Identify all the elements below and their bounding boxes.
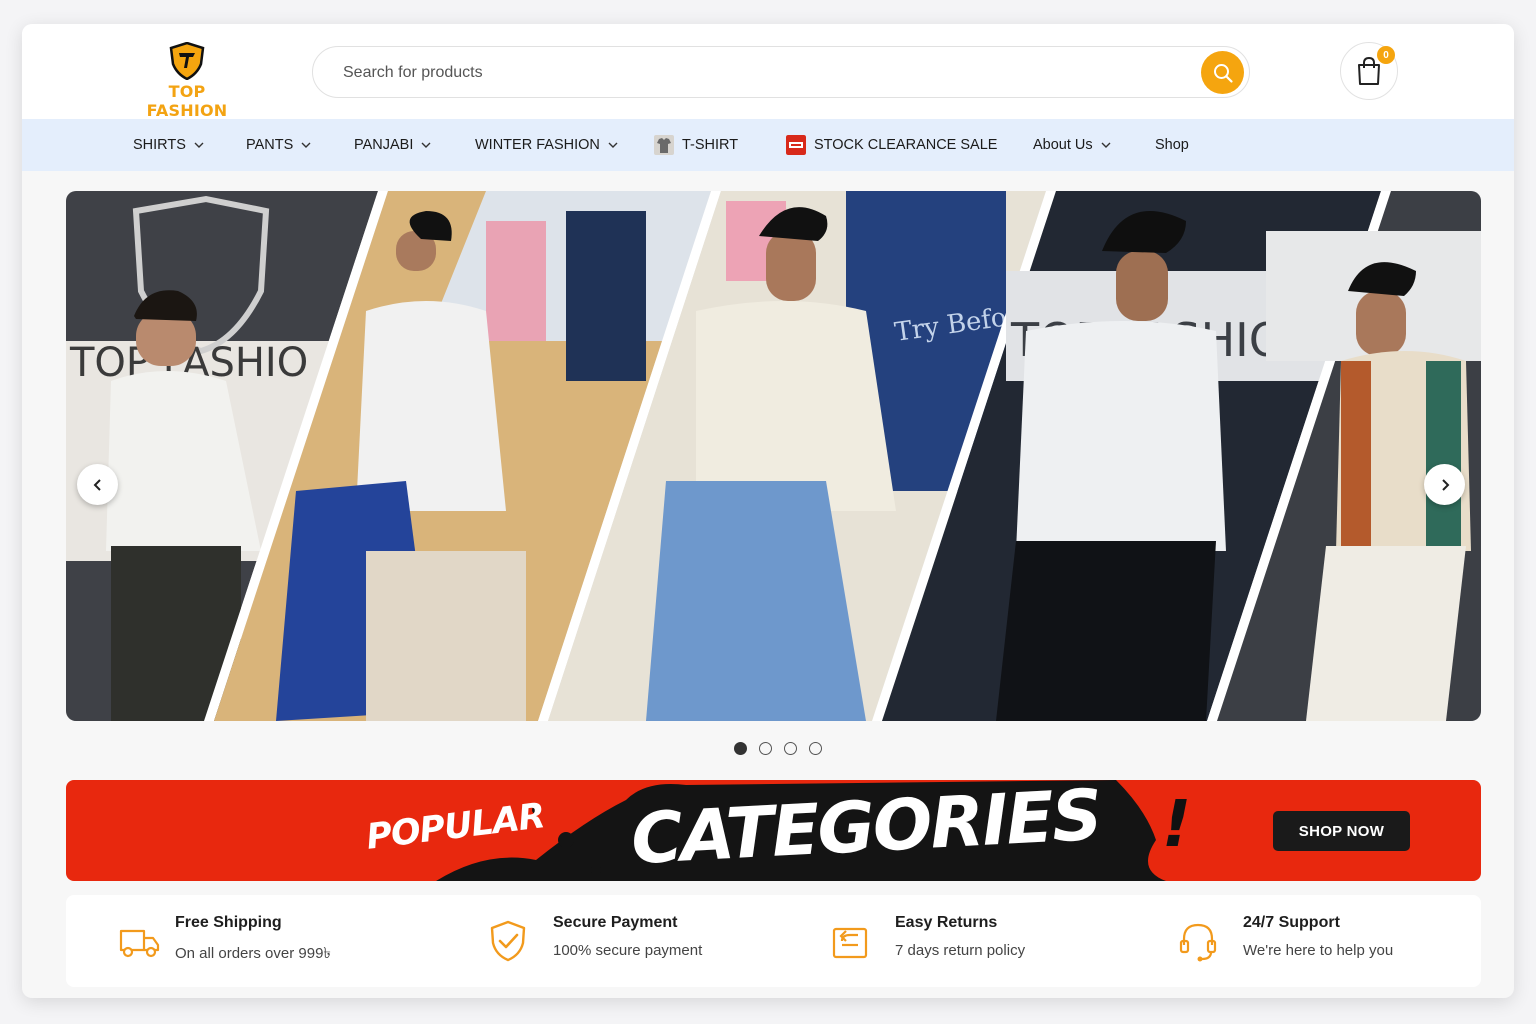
carousel-pagination [734, 742, 822, 756]
hero-banner-image: TOP FASHIO Try Before You Buy [66, 191, 1481, 721]
cart-count-badge: 0 [1377, 46, 1395, 64]
shield-logo-icon [169, 42, 205, 80]
nav-item-label: STOCK CLEARANCE SALE [814, 137, 998, 153]
nav-item-shop[interactable]: Shop [1155, 119, 1189, 171]
nav-item-t-shirt[interactable]: T-SHIRT [654, 119, 738, 171]
feature-subtitle: 7 days return policy [895, 942, 1026, 959]
headset-icon [1179, 923, 1217, 962]
brand-logo[interactable]: TOP FASHION [132, 42, 242, 120]
chevron-down-icon [301, 142, 311, 148]
nav-item-label: PANJABI [354, 137, 414, 153]
truck-icon [119, 929, 160, 958]
carousel-next-button[interactable] [1424, 464, 1465, 505]
return-icon [832, 927, 868, 959]
feature-subtitle: 100% secure payment [553, 942, 703, 959]
chevron-left-icon [93, 478, 101, 491]
nav-item-label: T-SHIRT [682, 137, 739, 153]
hero-carousel[interactable]: TOP FASHIO Try Before You Buy [66, 191, 1481, 721]
chevron-down-icon [1101, 142, 1111, 148]
nav-item-label: SHIRTS [133, 137, 186, 153]
chevron-down-icon [194, 142, 204, 148]
carousel-dot-4[interactable] [809, 742, 822, 755]
shop-now-button[interactable]: SHOP NOW [1273, 811, 1410, 851]
feature-title: 24/7 Support [1243, 914, 1340, 931]
site-header: TOP FASHION 0 [22, 24, 1514, 120]
chevron-right-icon [1441, 478, 1449, 491]
search-bar [312, 46, 1250, 98]
features-bar: Free Shipping On all orders over 999৳ Se… [66, 895, 1481, 987]
t-shirt-thumbnail-icon [654, 135, 674, 155]
main-nav: SHIRTS PANTS PANJABI WINTER FASHION T-SH… [22, 119, 1514, 171]
chevron-down-icon [421, 142, 431, 148]
promo-exclamation: ! [1162, 788, 1192, 862]
nav-item-winter-fashion[interactable]: WINTER FASHION [475, 119, 618, 171]
nav-item-about-us[interactable]: About Us [1033, 119, 1111, 171]
carousel-dot-2[interactable] [759, 742, 772, 755]
brand-name: TOP FASHION [146, 82, 228, 120]
popular-categories-banner[interactable]: POPULAR CATEGORIES ! SHOP NOW [66, 780, 1481, 881]
nav-item-pants[interactable]: PANTS [246, 119, 311, 171]
nav-item-shirts[interactable]: SHIRTS [133, 119, 204, 171]
feature-subtitle: On all orders over 999৳ [175, 945, 331, 962]
search-input[interactable] [343, 61, 1183, 85]
search-button[interactable] [1201, 51, 1244, 94]
carousel-dot-3[interactable] [784, 742, 797, 755]
nav-item-label: WINTER FASHION [475, 137, 600, 153]
nav-item-label: PANTS [246, 137, 294, 153]
chevron-down-icon [608, 142, 618, 148]
nav-item-label: Shop [1155, 137, 1189, 153]
feature-title: Secure Payment [553, 914, 678, 931]
search-icon [1213, 63, 1233, 83]
sale-tag-icon [786, 135, 806, 155]
feature-subtitle: We're here to help you [1243, 942, 1394, 959]
nav-item-panjabi[interactable]: PANJABI [354, 119, 431, 171]
browser-window: TOP FASHION 0 SHIRTS PANTS [22, 24, 1514, 998]
carousel-dot-1[interactable] [734, 742, 747, 755]
carousel-prev-button[interactable] [77, 464, 118, 505]
shield-check-icon [490, 920, 526, 962]
nav-item-stock-clearance-sale[interactable]: STOCK CLEARANCE SALE [786, 119, 997, 171]
nav-item-label: About Us [1033, 137, 1093, 153]
feature-title: Easy Returns [895, 914, 998, 931]
feature-title: Free Shipping [175, 914, 282, 931]
cart-button[interactable]: 0 [1340, 42, 1398, 100]
